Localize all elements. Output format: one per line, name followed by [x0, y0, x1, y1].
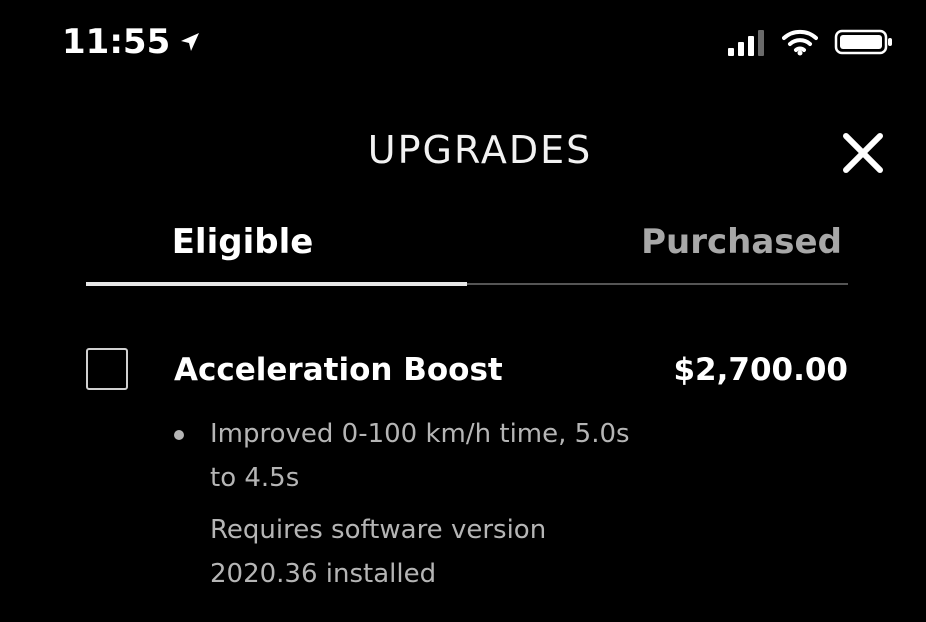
- bullet-dot-icon: [174, 430, 184, 440]
- tab-eligible[interactable]: Eligible: [86, 222, 467, 284]
- battery-icon: [834, 29, 892, 55]
- requirement-note: Requires software version 2020.36 instal…: [210, 515, 547, 589]
- tab-bar: Eligible Purchased: [86, 222, 848, 286]
- upgrade-name: Acceleration Boost: [174, 352, 503, 388]
- close-icon[interactable]: [840, 130, 886, 176]
- tab-eligible-label: Eligible: [171, 222, 314, 262]
- status-icons: [726, 28, 894, 56]
- upgrade-checkbox[interactable]: [86, 348, 128, 390]
- tab-purchased[interactable]: Purchased: [467, 222, 848, 284]
- page-title: UPGRADES: [367, 128, 593, 172]
- upgrade-item: Acceleration Boost $2,700.00 Improved 0-…: [86, 340, 848, 600]
- signal-bars-icon: [728, 30, 764, 56]
- status-time-text: 11:55: [62, 22, 171, 62]
- status-bar: 11:55: [0, 0, 926, 90]
- location-arrow-icon: [181, 33, 200, 51]
- tab-purchased-label: Purchased: [641, 222, 842, 262]
- status-time: 11:55: [62, 22, 202, 62]
- upgrade-price: $2,700.00: [673, 352, 848, 388]
- feature-item: Improved 0-100 km/h time, 5.0s to 4.5s: [210, 419, 630, 493]
- wifi-icon: [782, 29, 818, 56]
- tab-active-indicator: [86, 282, 467, 286]
